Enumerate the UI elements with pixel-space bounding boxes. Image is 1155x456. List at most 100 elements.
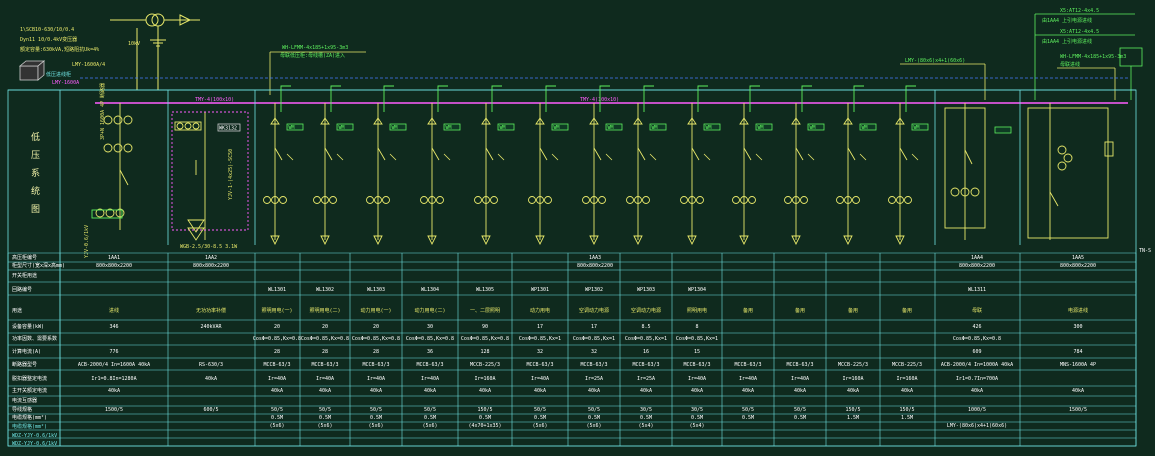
table-cell: (5x4): [638, 423, 653, 429]
table-cell: 0.5M: [370, 415, 382, 421]
table-cell: Ir=40A: [367, 376, 385, 382]
table-cell: 800x800x2200: [193, 263, 229, 269]
table-row-label: 电流互感器: [12, 397, 37, 404]
feeder-tag: WM: [810, 125, 816, 131]
table-cell: 50/5: [370, 407, 382, 413]
feeder-tag: WM: [500, 125, 506, 131]
table-cell: 40kA: [794, 388, 806, 394]
table-cell: 母联: [972, 307, 982, 314]
table-row-label: 回路编号: [12, 286, 32, 293]
table-cell: CosΦ=0.85,Kx=1: [625, 336, 667, 342]
table-cell: 0.5M: [534, 415, 546, 421]
ground-system-label: TN-S: [1139, 248, 1151, 254]
table-cell: 空调动力电源: [579, 307, 609, 314]
table-cell: 0.5M: [319, 415, 331, 421]
table-cell: 1AA1: [108, 255, 120, 261]
table-cell: 28: [373, 349, 379, 355]
table-cell: 40kA: [319, 388, 331, 394]
title-char-2: 压: [31, 150, 40, 161]
table-cell: Ir=40A: [739, 376, 757, 382]
table-cell: WP1304: [688, 287, 706, 293]
table-row-label: 断路器型号: [12, 361, 37, 368]
table-cell: WL1304: [421, 287, 439, 293]
table-cell: 800x800x2200: [959, 263, 995, 269]
table-cell: 50/5: [742, 407, 754, 413]
table-cell: 32: [537, 349, 543, 355]
table-cell: 0.5M: [271, 415, 283, 421]
table-row-label: 主开关额定电流: [12, 387, 47, 394]
table-row-label: 设备容量(kW): [12, 323, 44, 330]
table-cell: 40kA: [901, 388, 913, 394]
table-cell: 40kA: [424, 388, 436, 394]
table-cell: WL1305: [476, 287, 494, 293]
table-cell: WL1302: [316, 287, 334, 293]
bottom-left-note-1: 电缆规格(mm²): [12, 423, 47, 430]
table-cell: 28: [274, 349, 280, 355]
table-cell: Ir=25A: [585, 376, 603, 382]
table-cell: 一、二层照明: [470, 308, 500, 314]
capacitor-bottom-note: WGB-2.5/30-8.5 3.1W: [180, 244, 238, 250]
table-cell: MCCB-63/3: [362, 362, 389, 368]
table-cell: 150/5: [845, 407, 860, 413]
table-cell: 40kA: [847, 388, 859, 394]
table-cell: 90: [482, 324, 488, 330]
table-cell: 50/5: [794, 407, 806, 413]
table-cell: MCCB-225/3: [470, 362, 500, 368]
table-cell: 空调动力电源: [631, 307, 661, 314]
incoming-bus-label: LMY-1600A/4: [72, 62, 105, 68]
table-cell: (5x6): [317, 423, 332, 429]
table-cell: 备用: [902, 307, 912, 314]
table-cell: RS-630/3: [199, 362, 223, 368]
cable-note-left-2: 母联低压柜:母线槽(ZA)进入: [280, 52, 345, 59]
table-cell: WL1303: [367, 287, 385, 293]
table-cell: (5x6): [422, 423, 437, 429]
table-cell: (5x6): [269, 423, 284, 429]
header-note-1: 1\SCB10-630/10/0.4: [20, 27, 74, 33]
table-row-label: 脱扣器整定电流: [12, 375, 47, 382]
cable-note-right-1: LMY-(80x6)x4+1(60x6): [905, 58, 965, 64]
feeder-tag: WM: [758, 125, 764, 131]
table-cell: 1500/5: [1069, 407, 1087, 413]
table-cell: 0.5M: [640, 415, 652, 421]
table-cell: 240kVAR: [200, 324, 222, 330]
cabinet-type-label: 低压进线柜: [46, 71, 71, 78]
table-cell: 776: [109, 349, 118, 355]
table-cell: 40kA: [479, 388, 491, 394]
table-cell: Ir=40A: [688, 376, 706, 382]
bottom-left-note-2: WDZ-YJY-0.6/1kV: [12, 433, 57, 439]
table-cell: (4x70+1x35): [468, 423, 501, 429]
table-cell: 40kA: [534, 388, 546, 394]
table-cell: 1500/5: [105, 407, 123, 413]
table-cell: 150/5: [477, 407, 492, 413]
table-cell: WL1301: [268, 287, 286, 293]
table-cell: 0.5M: [742, 415, 754, 421]
table-cell: CosΦ=0.85,Kx=0.8: [352, 336, 400, 342]
cable-note-right-3: 母联进线: [1060, 61, 1080, 68]
table-cell: Ir1=0.8In=1280A: [91, 376, 136, 382]
table-cell: Ir=25A: [637, 376, 655, 382]
table-cell: 30/5: [691, 407, 703, 413]
table-cell: MCCB-63/3: [734, 362, 761, 368]
transformer-label: 10kV: [128, 41, 140, 47]
table-cell: 609: [972, 349, 981, 355]
header-note-2: Dyn11 10/0.4kV变压器: [20, 36, 77, 43]
table-cell: 1AA4: [971, 255, 983, 261]
table-cell: Ir=40A: [531, 376, 549, 382]
table-row-label: 用途: [12, 307, 22, 314]
table-cell: 0.5M: [794, 415, 806, 421]
table-cell: CosΦ=0.85,Kx=1: [519, 336, 561, 342]
table-cell: 0.5M: [424, 415, 436, 421]
table-cell: 40kA: [108, 388, 120, 394]
top-right-note-2: 由1AA4 上引电源进线: [1042, 17, 1092, 24]
table-cell: Ir=160A: [842, 376, 863, 382]
table-cell: 20: [274, 324, 280, 330]
table-cell: Ir1=0.7In=700A: [956, 376, 998, 382]
table-cell: CosΦ=0.85,Kx=0.8: [461, 336, 509, 342]
busbar-label-main: TMY-4(100x10): [195, 97, 234, 103]
table-cell: CosΦ=0.85,Kx=1: [573, 336, 615, 342]
title-char-5: 图: [31, 204, 40, 215]
table-cell: 1.5M: [847, 415, 859, 421]
feeder-tag: WM: [914, 125, 920, 131]
table-cell: 50/5: [534, 407, 546, 413]
title-char-3: 系: [31, 168, 40, 179]
